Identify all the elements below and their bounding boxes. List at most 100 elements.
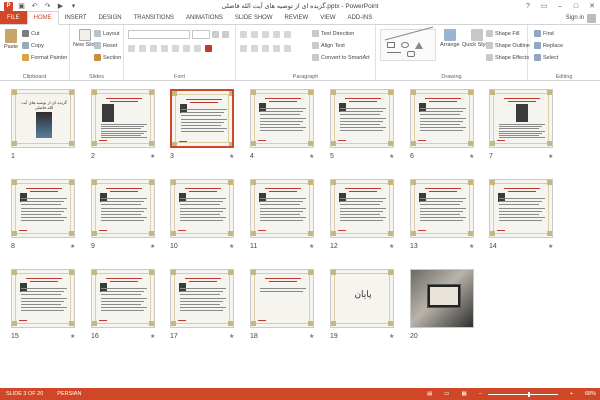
justify-icon[interactable] <box>273 45 280 52</box>
reset-button[interactable]: Reset <box>94 42 117 49</box>
tab-home[interactable]: HOME <box>26 11 59 25</box>
transition-star-icon[interactable]: ★ <box>70 333 75 340</box>
slide-thumbnail[interactable]: پایان <box>330 269 394 328</box>
shadow-icon[interactable] <box>161 45 168 52</box>
copy-button[interactable]: Copy <box>22 42 44 49</box>
shape-outline-button[interactable]: Shape Outline <box>486 42 530 49</box>
slide-thumbnail[interactable] <box>489 179 553 238</box>
transition-star-icon[interactable]: ★ <box>150 153 155 160</box>
transition-star-icon[interactable]: ★ <box>150 333 155 340</box>
transition-star-icon[interactable]: ★ <box>469 243 474 250</box>
bold-icon[interactable] <box>128 45 135 52</box>
tab-view[interactable]: VIEW <box>314 11 341 24</box>
find-button[interactable]: Find <box>534 30 554 37</box>
tab-add-ins[interactable]: ADD-INS <box>342 11 379 24</box>
transition-star-icon[interactable]: ★ <box>229 333 234 340</box>
slide-thumbnail[interactable] <box>410 179 474 238</box>
customize-icon[interactable]: ▾ <box>69 2 78 11</box>
shape-effects-button[interactable]: Shape Effects <box>486 54 529 61</box>
shapes-gallery[interactable] <box>380 26 436 61</box>
layout-button[interactable]: Layout <box>94 30 120 37</box>
slide-thumbnail[interactable] <box>170 269 234 328</box>
change-case-icon[interactable] <box>194 45 201 52</box>
format-painter-button[interactable]: Format Painter <box>22 54 67 61</box>
align-left-icon[interactable] <box>240 45 247 52</box>
transition-star-icon[interactable]: ★ <box>150 243 155 250</box>
slide-thumbnail[interactable] <box>91 269 155 328</box>
slide-thumbnail[interactable] <box>170 179 234 238</box>
transition-star-icon[interactable]: ★ <box>389 333 394 340</box>
convert-smartart-button[interactable]: Convert to SmartArt <box>312 54 370 61</box>
numbering-icon[interactable] <box>251 31 258 38</box>
close-icon[interactable]: ✕ <box>584 0 600 12</box>
powerpoint-app-icon[interactable]: P <box>4 1 13 11</box>
select-button[interactable]: Select <box>534 54 558 61</box>
tab-slide-show[interactable]: SLIDE SHOW <box>229 11 279 24</box>
transition-star-icon[interactable]: ★ <box>548 153 553 160</box>
zoom-level[interactable]: 68% <box>585 391 596 397</box>
normal-view-icon[interactable]: ▭ <box>444 391 449 397</box>
slide-thumbnail[interactable] <box>489 89 553 148</box>
start-from-beginning-icon[interactable]: ▶ <box>56 2 65 11</box>
zoom-out-icon[interactable]: – <box>479 391 482 397</box>
zoom-slider-thumb[interactable] <box>527 391 530 397</box>
transition-star-icon[interactable]: ★ <box>229 243 234 250</box>
tab-design[interactable]: DESIGN <box>93 11 128 24</box>
language-indicator[interactable]: PERSIAN <box>57 391 81 397</box>
grow-font-button[interactable] <box>212 31 219 38</box>
tab-insert[interactable]: INSERT <box>59 11 93 24</box>
shape-fill-button[interactable]: Shape Fill <box>486 30 519 37</box>
clear-format-button[interactable] <box>222 31 229 38</box>
slide-thumbnail[interactable] <box>250 89 314 148</box>
transition-star-icon[interactable]: ★ <box>309 333 314 340</box>
align-center-icon[interactable] <box>251 45 258 52</box>
font-size-box[interactable] <box>192 30 210 39</box>
help-icon[interactable]: ? <box>520 0 536 12</box>
cut-button[interactable]: Cut <box>22 30 40 37</box>
font-color-icon[interactable] <box>205 45 212 52</box>
transition-star-icon[interactable]: ★ <box>389 243 394 250</box>
slide-thumbnail[interactable] <box>91 179 155 238</box>
notes-icon[interactable]: ▤ <box>427 391 432 397</box>
transition-star-icon[interactable]: ★ <box>389 153 394 160</box>
undo-icon[interactable]: ↶ <box>30 2 39 11</box>
spacing-icon[interactable] <box>183 45 190 52</box>
zoom-in-icon[interactable]: + <box>570 391 573 397</box>
font-name-box[interactable] <box>128 30 190 39</box>
transition-star-icon[interactable]: ★ <box>548 243 553 250</box>
ribbon-display-icon[interactable]: ▭ <box>536 0 552 12</box>
sign-in-link[interactable]: Sign in <box>566 15 584 21</box>
slide-thumbnail[interactable] <box>11 179 75 238</box>
strikethrough-icon[interactable] <box>172 45 179 52</box>
slide-thumbnail[interactable] <box>170 89 234 148</box>
italic-icon[interactable] <box>139 45 146 52</box>
avatar[interactable] <box>587 14 596 23</box>
increase-indent-icon[interactable] <box>273 31 280 38</box>
decrease-indent-icon[interactable] <box>262 31 269 38</box>
align-text-button[interactable]: Align Text <box>312 42 345 49</box>
slide-thumbnail[interactable] <box>410 269 474 328</box>
arrange-button[interactable]: Arrange <box>440 29 460 48</box>
bullets-icon[interactable] <box>240 31 247 38</box>
columns-icon[interactable] <box>284 45 291 52</box>
slide-thumbnail[interactable] <box>11 269 75 328</box>
transition-star-icon[interactable]: ★ <box>309 153 314 160</box>
minimize-icon[interactable]: – <box>552 0 568 12</box>
text-direction-button[interactable]: Text Direction <box>312 30 354 37</box>
transition-star-icon[interactable]: ★ <box>229 153 234 160</box>
save-icon[interactable]: ▣ <box>17 2 26 11</box>
tab-review[interactable]: REVIEW <box>279 11 315 24</box>
align-right-icon[interactable] <box>262 45 269 52</box>
tab-file[interactable]: FILE <box>0 11 27 24</box>
paste-button[interactable]: Paste <box>4 29 18 50</box>
line-spacing-icon[interactable] <box>284 31 291 38</box>
slide-thumbnail[interactable] <box>330 89 394 148</box>
slide-thumbnail[interactable] <box>91 89 155 148</box>
slide-thumbnail[interactable] <box>250 269 314 328</box>
slide-sorter-icon[interactable]: ▦ <box>462 391 467 397</box>
slide-thumbnail[interactable] <box>250 179 314 238</box>
transition-star-icon[interactable]: ★ <box>309 243 314 250</box>
slide-thumbnail[interactable]: گزیده ای از توصیه های آیت الله فاضلی <box>11 89 75 148</box>
zoom-slider[interactable] <box>487 391 558 397</box>
transition-star-icon[interactable]: ★ <box>70 243 75 250</box>
